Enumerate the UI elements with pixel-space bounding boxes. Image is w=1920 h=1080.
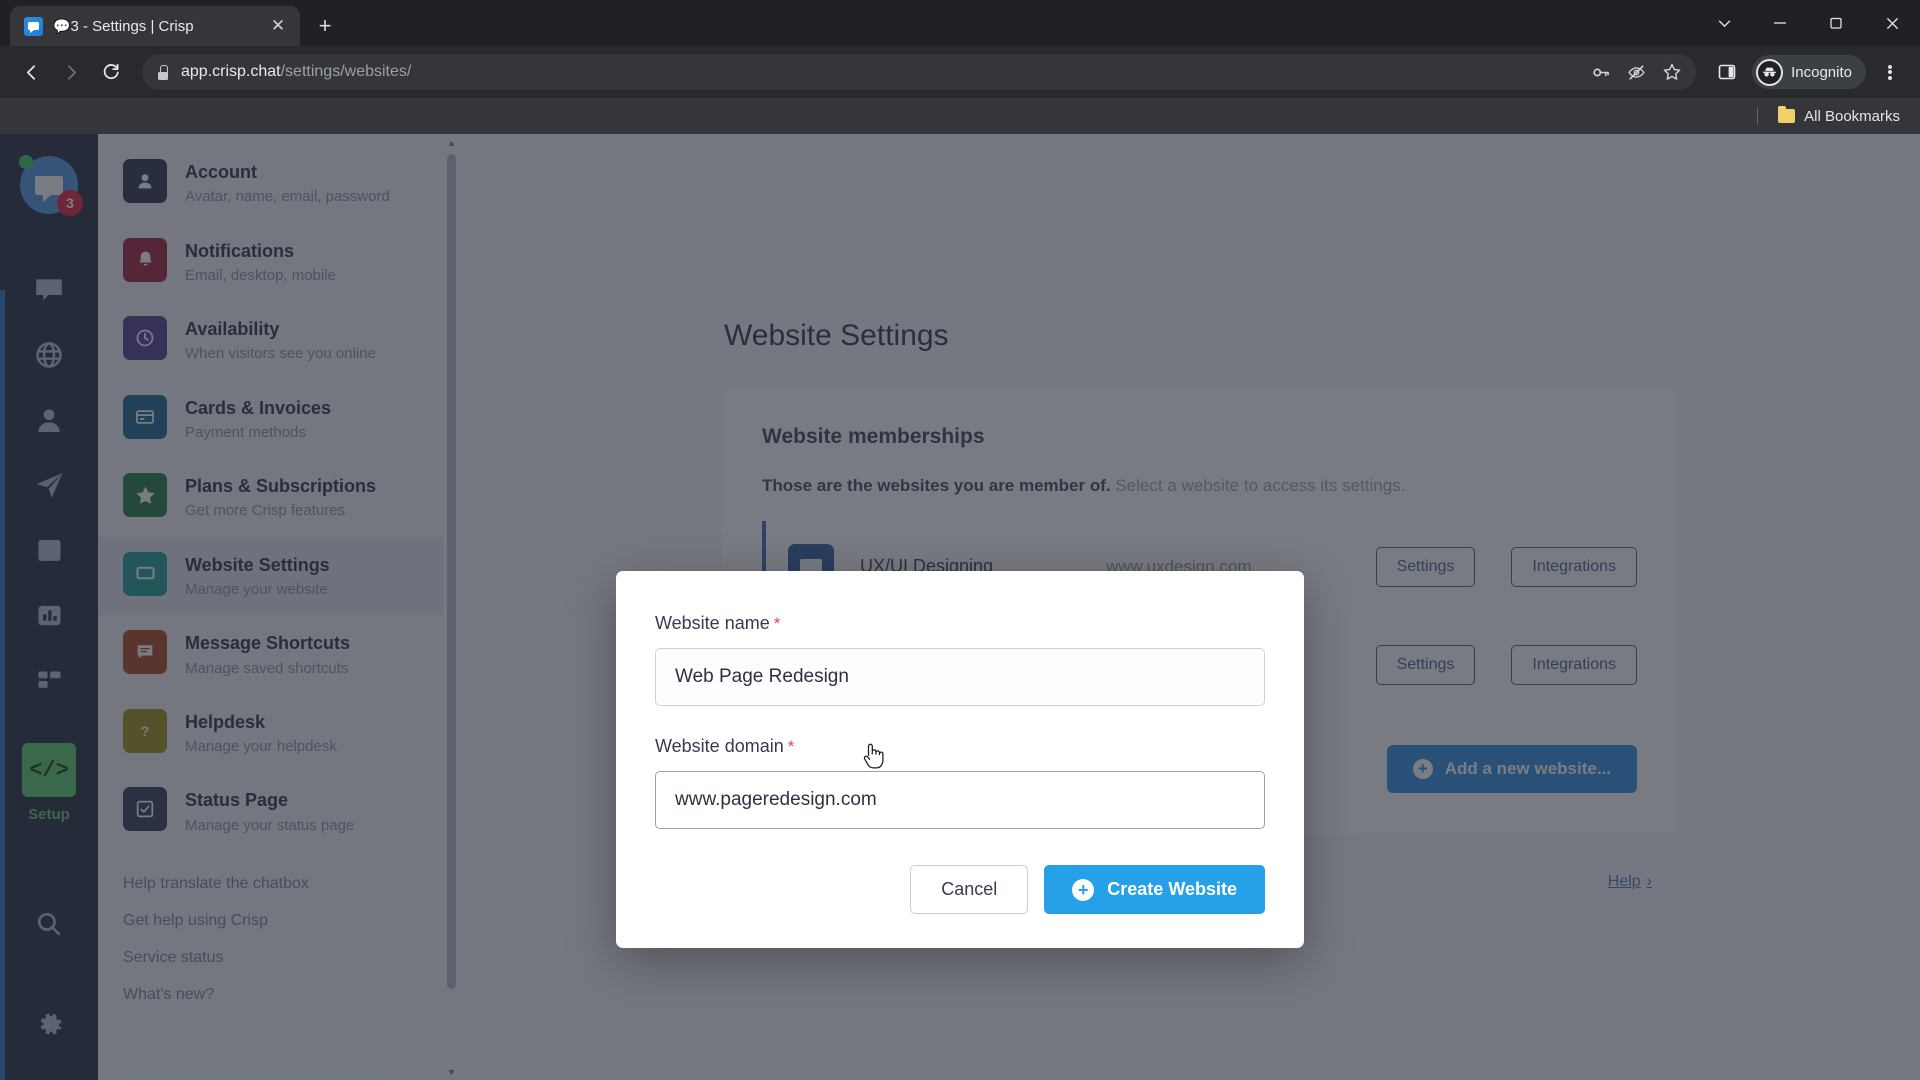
website-name-label: Website name * [655,613,781,633]
reload-icon[interactable] [92,53,130,91]
required-mark: * [787,737,795,756]
create-website-label: Create Website [1107,879,1237,899]
create-website-button[interactable]: + Create Website [1044,865,1265,914]
tab-title: 💬3 - Settings | Crisp [53,17,194,35]
all-bookmarks-button[interactable]: All Bookmarks [1772,104,1906,129]
website-domain-label: Website domain * [655,736,795,756]
incognito-icon [1756,58,1784,86]
url-text: app.crisp.chat/settings/websites/ [181,63,412,80]
new-tab-button[interactable]: + [308,9,342,43]
maximize-icon[interactable] [1808,3,1864,43]
plus-circle-icon: + [1072,878,1095,901]
browser-toolbar: app.crisp.chat/settings/websites/ Incogn… [0,46,1920,98]
required-mark: * [773,614,781,633]
website-name-input[interactable] [655,648,1265,706]
mouse-cursor [860,740,886,775]
arrow-right-icon[interactable] [52,53,90,91]
divider [1757,107,1759,125]
tab-strip: 💬3 - Settings | Crisp ✕ + [0,0,1920,46]
bookmarks-bar: All Bookmarks [0,98,1920,134]
all-bookmarks-label: All Bookmarks [1804,107,1900,125]
window-controls [1696,0,1920,46]
browser-tab[interactable]: 💬3 - Settings | Crisp ✕ [10,6,300,46]
crisp-chat-icon [24,16,43,36]
minimize-icon[interactable] [1752,3,1808,43]
address-bar[interactable]: app.crisp.chat/settings/websites/ [142,54,1697,90]
kebab-menu-icon[interactable] [1872,54,1908,90]
profile-chip[interactable]: Incognito [1752,55,1866,89]
arrow-left-icon[interactable] [12,53,50,91]
cancel-button[interactable]: Cancel [910,865,1029,914]
profile-label: Incognito [1791,63,1852,81]
star-icon[interactable] [1662,62,1682,82]
lock-icon [156,64,169,80]
close-icon[interactable] [1864,3,1920,43]
browser-window: 💬3 - Settings | Crisp ✕ + app.crisp.chat… [0,0,1920,1080]
chevron-down-icon[interactable] [1696,3,1752,43]
create-website-modal: Website name* Website domain* Cancel + C… [616,571,1304,948]
key-icon[interactable] [1592,63,1611,82]
website-domain-input[interactable] [655,771,1265,829]
close-icon[interactable]: ✕ [266,14,290,38]
page-viewport: 3 </> S [0,134,1920,1080]
eye-slash-icon[interactable] [1627,63,1646,82]
folder-icon [1778,106,1796,123]
side-panel-icon[interactable] [1708,53,1746,91]
